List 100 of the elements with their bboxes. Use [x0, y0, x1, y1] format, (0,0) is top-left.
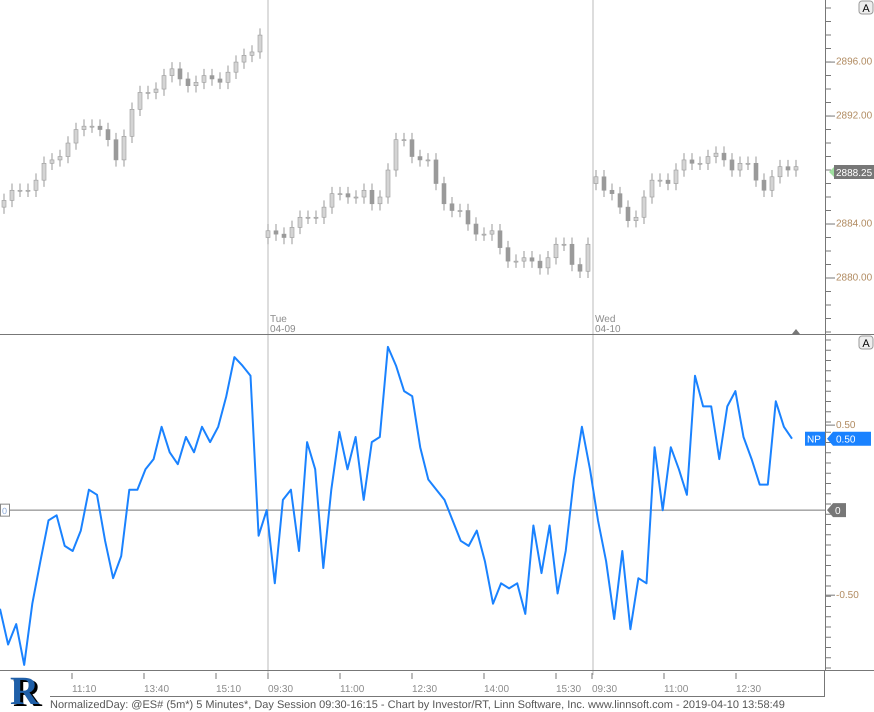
price-axis-label: 2892.00 [836, 110, 872, 122]
candlestick [538, 254, 542, 276]
time-axis-label: 13:40 [144, 684, 170, 695]
candlestick [778, 159, 782, 184]
scale-button[interactable]: A [858, 336, 874, 350]
candlestick [258, 28, 262, 60]
candlestick [154, 82, 158, 100]
candlestick [274, 224, 278, 242]
candlestick [74, 122, 78, 150]
candlestick [554, 237, 558, 265]
candlestick [482, 226, 486, 242]
candlestick [610, 183, 614, 201]
candlestick [2, 193, 6, 214]
candlestick [362, 183, 366, 204]
candlestick [402, 132, 406, 147]
logo: R [10, 671, 39, 711]
candlestick [346, 186, 350, 204]
candlestick [642, 190, 646, 225]
candlestick [498, 224, 502, 255]
candlestick [106, 122, 110, 147]
candlestick [666, 172, 670, 191]
candlestick [650, 172, 654, 204]
candlestick [578, 257, 582, 278]
price-axis-label: 2884.00 [836, 218, 872, 230]
candlestick [18, 183, 22, 198]
candlestick [690, 152, 694, 171]
candlestick [562, 237, 566, 252]
chart-caption: NormalizedDay: @ES# (5m*) 5 Minutes*, Day Session 09:30-16:15 - Chart by Investor/RT, Linn Software, Inc. www.linnsoft.com - 2019-04-10 13:58:49 [50, 699, 785, 711]
candlestick [50, 152, 54, 171]
candlestick [754, 156, 758, 188]
candlestick [170, 62, 174, 83]
candlestick [58, 149, 62, 168]
price-axis-label: 2896.00 [836, 56, 872, 68]
candlestick [186, 72, 190, 93]
candlestick [786, 159, 790, 178]
candlestick [602, 170, 606, 198]
candlestick [530, 250, 534, 268]
candlestick [210, 68, 214, 86]
candlestick [26, 183, 30, 198]
candlestick [658, 172, 662, 188]
candlestick [570, 237, 574, 272]
last-value-tag: 0.50 [827, 432, 871, 446]
session-date: 04-10 [595, 324, 621, 334]
candlestick [762, 172, 766, 198]
candlestick [218, 72, 222, 90]
candlestick [506, 240, 510, 268]
candlestick [674, 162, 678, 191]
candlestick [250, 44, 254, 63]
scale-button[interactable]: A [858, 0, 874, 15]
time-axis-label: 09:30 [268, 684, 294, 695]
time-axis-label: 15:10 [216, 684, 242, 695]
candlestick [226, 64, 230, 90]
candlestick [354, 190, 358, 204]
candlestick [450, 196, 454, 218]
candlestick [98, 118, 102, 137]
candlestick [522, 250, 526, 268]
candlestick [546, 250, 550, 276]
time-axis-label: 12:30 [736, 684, 762, 695]
candlestick [162, 68, 166, 96]
session-day: Wed [595, 314, 616, 325]
candlestick [378, 190, 382, 212]
candlestick [178, 62, 182, 86]
candlestick [738, 156, 742, 178]
candlestick [234, 54, 238, 80]
candlestick [698, 156, 702, 171]
candlestick [122, 129, 126, 168]
candlestick [90, 118, 94, 134]
candlestick [466, 203, 470, 232]
candlestick [66, 136, 70, 164]
zero-tag: 0 [827, 503, 846, 518]
candlestick [426, 152, 430, 168]
candlestick [714, 146, 718, 164]
candlestick [682, 152, 686, 178]
candlestick [290, 220, 294, 245]
candlestick [42, 156, 46, 188]
candlestick [794, 159, 798, 178]
candlestick [626, 200, 630, 228]
candlestick [594, 170, 598, 191]
candlestick [298, 210, 302, 235]
candlestick [618, 186, 622, 214]
candlestick [114, 132, 118, 168]
session-day: Tue [270, 314, 287, 325]
candlestick [722, 146, 726, 168]
candlestick [434, 152, 438, 191]
legend-label: NP [807, 434, 822, 446]
candlestick [514, 254, 518, 268]
time-axis-label: 11:10 [72, 684, 96, 695]
candlestick [338, 186, 342, 201]
candlestick [770, 170, 774, 198]
candlestick [146, 85, 150, 100]
series-tag: NP [805, 432, 825, 446]
time-axis-label: 09:30 [592, 684, 618, 695]
time-axis-label: 11:00 [340, 684, 364, 695]
time-axis-label: 15:30 [556, 684, 582, 695]
time-axis-label: 11:00 [664, 684, 688, 695]
value-axis-label: 0.50 [836, 420, 856, 431]
candlestick [322, 200, 326, 225]
candlestick [242, 48, 246, 70]
candlestick [306, 210, 310, 225]
time-axis-label: 14:00 [484, 684, 510, 695]
